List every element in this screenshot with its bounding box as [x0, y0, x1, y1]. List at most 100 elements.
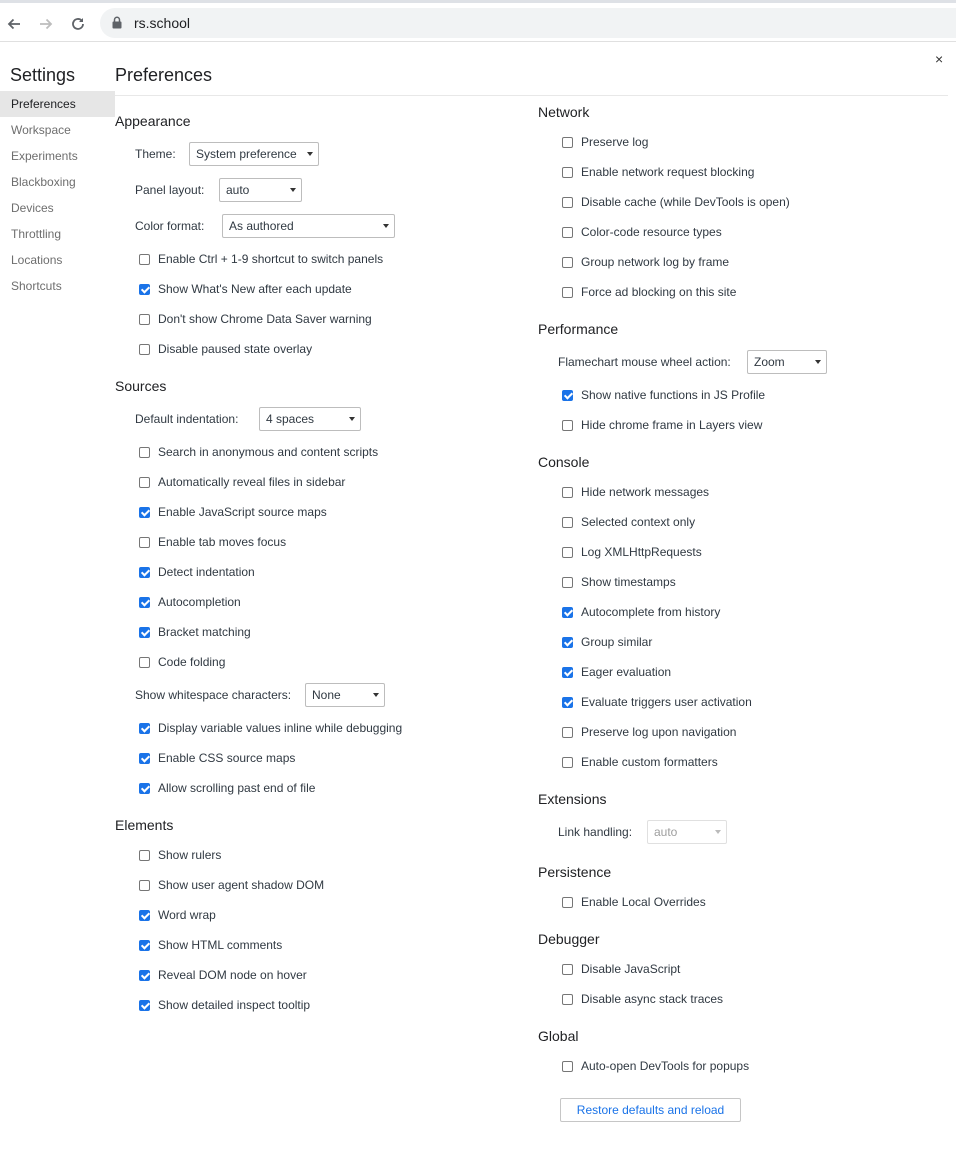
- checkbox-row-anonymous-scripts[interactable]: Search in anonymous and content scripts: [139, 443, 378, 461]
- checkbox[interactable]: [562, 136, 573, 148]
- checkbox[interactable]: [139, 536, 150, 548]
- checkbox[interactable]: [562, 696, 573, 708]
- checkbox[interactable]: [562, 576, 573, 588]
- checkbox-row-scroll-past-end[interactable]: Allow scrolling past end of file: [139, 779, 315, 797]
- checkbox-row-hide-chrome-frame[interactable]: Hide chrome frame in Layers view: [562, 416, 762, 434]
- checkbox[interactable]: [562, 896, 573, 908]
- checkbox-row-js-source-maps[interactable]: Enable JavaScript source maps: [139, 503, 327, 521]
- checkbox[interactable]: [139, 656, 150, 668]
- theme-select[interactable]: System preference: [189, 142, 319, 166]
- checkbox[interactable]: [562, 256, 573, 268]
- reload-button[interactable]: [65, 11, 91, 37]
- flamechart-select[interactable]: Zoom: [747, 350, 827, 374]
- sidebar-item-throttling[interactable]: Throttling: [0, 221, 115, 247]
- sidebar-item-preferences[interactable]: Preferences: [0, 91, 115, 117]
- sidebar-item-blackboxing[interactable]: Blackboxing: [0, 169, 115, 195]
- checkbox-row-custom-formatters[interactable]: Enable custom formatters: [562, 753, 718, 771]
- checkbox-row-local-overrides[interactable]: Enable Local Overrides: [562, 893, 706, 911]
- checkbox-row-group-by-frame[interactable]: Group network log by frame: [562, 253, 729, 271]
- checkbox[interactable]: [562, 419, 573, 431]
- indentation-select[interactable]: 4 spaces: [259, 407, 361, 431]
- checkbox[interactable]: [139, 446, 150, 458]
- checkbox-row-inline-values[interactable]: Display variable values inline while deb…: [139, 719, 402, 737]
- checkbox-row-timestamps[interactable]: Show timestamps: [562, 573, 676, 591]
- checkbox-row-selected-context[interactable]: Selected context only: [562, 513, 695, 531]
- checkbox-row-auto-open-devtools[interactable]: Auto-open DevTools for popups: [562, 1057, 749, 1075]
- checkbox-row-html-comments[interactable]: Show HTML comments: [139, 936, 282, 954]
- checkbox[interactable]: [562, 286, 573, 298]
- checkbox-row-reveal-files[interactable]: Automatically reveal files in sidebar: [139, 473, 345, 491]
- panel-layout-select[interactable]: auto: [219, 178, 302, 202]
- checkbox-row-word-wrap[interactable]: Word wrap: [139, 906, 216, 924]
- checkbox[interactable]: [562, 993, 573, 1005]
- checkbox[interactable]: [562, 486, 573, 498]
- checkbox[interactable]: [562, 389, 573, 401]
- checkbox[interactable]: [562, 196, 573, 208]
- checkbox[interactable]: [139, 313, 150, 325]
- checkbox[interactable]: [562, 636, 573, 648]
- checkbox[interactable]: [139, 283, 150, 295]
- checkbox[interactable]: [562, 606, 573, 618]
- checkbox[interactable]: [139, 626, 150, 638]
- color-format-select[interactable]: As authored: [222, 214, 395, 238]
- checkbox-row-log-xhr[interactable]: Log XMLHttpRequests: [562, 543, 702, 561]
- checkbox-row-whats-new[interactable]: Show What's New after each update: [139, 280, 352, 298]
- sidebar-item-workspace[interactable]: Workspace: [0, 117, 115, 143]
- back-button[interactable]: [1, 11, 27, 37]
- checkbox[interactable]: [562, 726, 573, 738]
- sidebar-item-devices[interactable]: Devices: [0, 195, 115, 221]
- checkbox[interactable]: [139, 909, 150, 921]
- checkbox-row-request-blocking[interactable]: Enable network request blocking: [562, 163, 754, 181]
- checkbox-row-disable-javascript[interactable]: Disable JavaScript: [562, 960, 680, 978]
- checkbox-row-shadow-dom[interactable]: Show user agent shadow DOM: [139, 876, 324, 894]
- checkbox-row-code-folding[interactable]: Code folding: [139, 653, 225, 671]
- checkbox-row-data-saver[interactable]: Don't show Chrome Data Saver warning: [139, 310, 372, 328]
- address-bar[interactable]: rs.school: [100, 8, 956, 38]
- checkbox[interactable]: [562, 756, 573, 768]
- checkbox-row-group-similar[interactable]: Group similar: [562, 633, 652, 651]
- close-icon[interactable]: ×: [935, 51, 943, 67]
- checkbox-row-inspect-tooltip[interactable]: Show detailed inspect tooltip: [139, 996, 310, 1014]
- checkbox[interactable]: [562, 666, 573, 678]
- checkbox-row-eager-evaluation[interactable]: Eager evaluation: [562, 663, 671, 681]
- checkbox-row-color-code[interactable]: Color-code resource types: [562, 223, 722, 241]
- checkbox[interactable]: [139, 566, 150, 578]
- checkbox[interactable]: [139, 782, 150, 794]
- checkbox[interactable]: [139, 849, 150, 861]
- link-handling-select[interactable]: auto: [647, 820, 727, 844]
- checkbox[interactable]: [139, 596, 150, 608]
- checkbox-row-user-activation[interactable]: Evaluate triggers user activation: [562, 693, 752, 711]
- checkbox-row-bracket-matching[interactable]: Bracket matching: [139, 623, 251, 641]
- checkbox-row-ad-blocking[interactable]: Force ad blocking on this site: [562, 283, 736, 301]
- checkbox-row-hide-network-messages[interactable]: Hide network messages: [562, 483, 709, 501]
- checkbox-row-reveal-dom-node[interactable]: Reveal DOM node on hover: [139, 966, 307, 984]
- checkbox[interactable]: [139, 343, 150, 355]
- checkbox[interactable]: [562, 166, 573, 178]
- checkbox[interactable]: [139, 999, 150, 1011]
- checkbox[interactable]: [139, 506, 150, 518]
- checkbox[interactable]: [562, 963, 573, 975]
- sidebar-item-shortcuts[interactable]: Shortcuts: [0, 273, 115, 299]
- checkbox-row-native-functions[interactable]: Show native functions in JS Profile: [562, 386, 765, 404]
- checkbox[interactable]: [562, 226, 573, 238]
- checkbox-row-show-rulers[interactable]: Show rulers: [139, 846, 221, 864]
- checkbox[interactable]: [139, 939, 150, 951]
- checkbox[interactable]: [562, 1060, 573, 1072]
- checkbox-row-preserve-log[interactable]: Preserve log: [562, 133, 648, 151]
- checkbox[interactable]: [139, 253, 150, 265]
- checkbox-row-autocompletion[interactable]: Autocompletion: [139, 593, 241, 611]
- checkbox[interactable]: [139, 752, 150, 764]
- checkbox-row-preserve-log-navigation[interactable]: Preserve log upon navigation: [562, 723, 736, 741]
- checkbox[interactable]: [562, 516, 573, 528]
- checkbox-row-detect-indentation[interactable]: Detect indentation: [139, 563, 255, 581]
- checkbox-row-css-source-maps[interactable]: Enable CSS source maps: [139, 749, 295, 767]
- checkbox-row-async-stack-traces[interactable]: Disable async stack traces: [562, 990, 723, 1008]
- sidebar-item-experiments[interactable]: Experiments: [0, 143, 115, 169]
- checkbox-row-paused-overlay[interactable]: Disable paused state overlay: [139, 340, 312, 358]
- checkbox-row-tab-moves-focus[interactable]: Enable tab moves focus: [139, 533, 286, 551]
- sidebar-item-locations[interactable]: Locations: [0, 247, 115, 273]
- checkbox[interactable]: [562, 546, 573, 558]
- whitespace-select[interactable]: None: [305, 683, 385, 707]
- checkbox-row-ctrl-shortcut[interactable]: Enable Ctrl + 1-9 shortcut to switch pan…: [139, 250, 383, 268]
- checkbox[interactable]: [139, 722, 150, 734]
